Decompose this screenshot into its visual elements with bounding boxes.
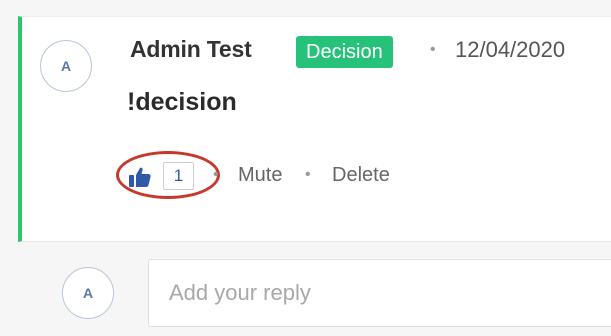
thumbs-up-icon[interactable] — [128, 166, 152, 188]
separator-dot: • — [213, 166, 219, 183]
comment-date: 12/04/2020 — [455, 37, 566, 62]
comment-text: !decision — [127, 88, 237, 116]
decision-badge: Decision — [296, 36, 393, 68]
reply-input[interactable] — [148, 259, 611, 327]
separator-dot: • — [305, 166, 311, 183]
like-count[interactable]: 1 — [163, 162, 194, 190]
avatar-initial: A — [82, 285, 94, 301]
separator-dot: • — [430, 41, 436, 58]
avatar[interactable]: A — [40, 40, 92, 92]
delete-link[interactable]: Delete — [332, 164, 390, 187]
reply-avatar[interactable]: A — [62, 267, 114, 319]
comment-author[interactable]: Admin Test — [130, 36, 252, 63]
avatar-initial: A — [60, 58, 72, 74]
mute-link[interactable]: Mute — [238, 164, 282, 187]
